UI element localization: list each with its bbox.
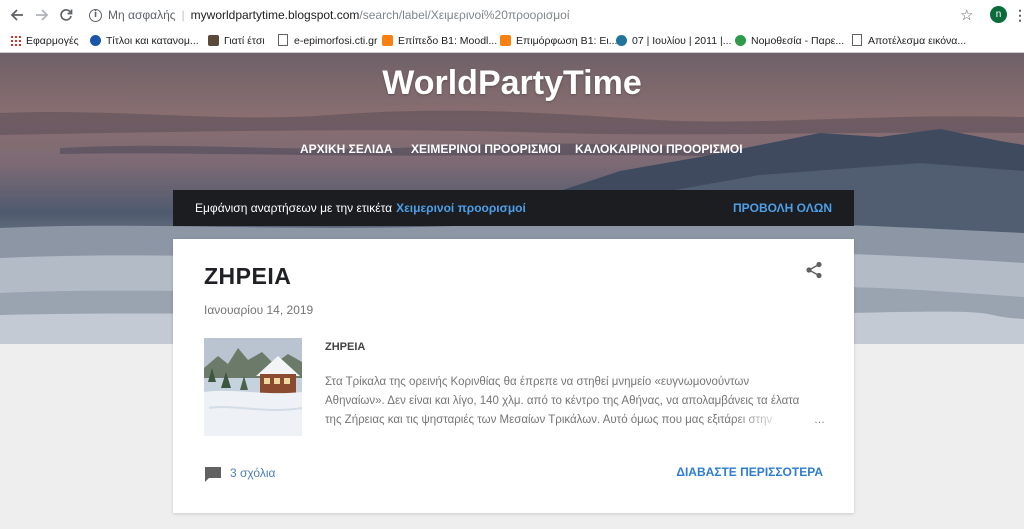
post-title[interactable]: ΖΗΡΕΙΑ xyxy=(204,261,291,291)
address-bar[interactable]: i Μη ασφαλής | myworldpartytime.blogspot.co… xyxy=(84,4,984,26)
bookmark-label: Επιμόρφωση Β1: Ει... xyxy=(516,35,618,47)
label-banner: Εμφάνιση αναρτήσεων με την ετικέτα Χειμερ… xyxy=(173,190,854,226)
browser-toolbar: i Μη ασφαλής | myworldpartytime.blogspot.co… xyxy=(0,0,1024,31)
nav-summer-destinations[interactable]: ΚΑΛΟΚΑΙΡΙΝΟΙ ΠΡΟΟΡΙΣΜΟΙ xyxy=(575,139,743,159)
bookmark-label: Τίτλοι και κατανομ... xyxy=(106,35,199,47)
bookmark-item[interactable]: 07 | Ιουλίου | 2011 |... xyxy=(616,30,731,52)
flower-icon xyxy=(735,35,746,46)
label-heading: Εμφάνιση αναρτήσεων με την ετικέτα Χειμερ… xyxy=(195,190,526,226)
url-path: /search/label/Χειμερινοί%20προορισμοί xyxy=(359,8,570,22)
page-icon xyxy=(278,34,288,46)
bookmark-item[interactable]: Επίπεδο Β1: Moodl... xyxy=(382,30,497,52)
nav-winter-destinations[interactable]: ΧΕΙΜΕΡΙΝΟΙ ΠΡΟΟΡΙΣΜΟΙ xyxy=(411,139,561,159)
bookmark-label: Νομοθεσία - Παρε... xyxy=(751,35,845,47)
info-icon[interactable]: i xyxy=(89,9,102,23)
snippet-title[interactable]: ΖΗΡΕΙΑ xyxy=(325,341,365,353)
security-label: Μη ασφαλής xyxy=(108,8,176,22)
snippet-ellipsis[interactable]: … xyxy=(814,411,825,430)
post-card: ΖΗΡΕΙΑ Ιανουαρίου 14, 2019 ΖΗΡΕΙΑ Στα Τρ… xyxy=(173,239,854,513)
bookmark-item[interactable]: Γιατί έτσι xyxy=(208,30,265,52)
bookmark-item[interactable]: e-epimorfosi.cti.gr xyxy=(278,30,377,52)
moodle-icon xyxy=(382,35,393,46)
address-separator: | xyxy=(181,8,185,22)
snippet-fade xyxy=(733,411,825,430)
post-date[interactable]: Ιανουαρίου 14, 2019 xyxy=(204,303,313,317)
snippet-line: Στα Τρίκαλα της ορεινής Κορινθίας θα έπρ… xyxy=(325,376,750,388)
bookmark-label: Αποτέλεσμα εικόνα... xyxy=(868,35,967,47)
share-icon[interactable] xyxy=(805,261,823,279)
back-arrow-icon[interactable] xyxy=(7,5,27,25)
url-host: myworldpartytime.blogspot.com xyxy=(190,8,360,22)
moodle-icon xyxy=(500,35,511,46)
comments-link[interactable]: 3 σχόλια xyxy=(230,466,275,480)
bookmark-label: Εφαρμογές xyxy=(26,35,79,47)
nav-home[interactable]: ΑΡΧΙΚΗ ΣΕΛΙΔΑ xyxy=(300,139,393,159)
page-icon xyxy=(852,34,862,46)
comment-icon[interactable] xyxy=(204,465,222,483)
bookmark-item[interactable]: Τίτλοι και κατανομ... xyxy=(90,30,199,52)
reload-icon[interactable] xyxy=(56,5,76,25)
view-all-link[interactable]: ΠΡΟΒΟΛΗ ΟΛΩΝ xyxy=(733,190,832,226)
post-thumbnail-image[interactable] xyxy=(204,338,302,436)
label-name: Χειμερινοί προορισμοί xyxy=(396,201,526,215)
forward-arrow-icon[interactable] xyxy=(32,5,52,25)
more-menu-icon[interactable]: ⋮ xyxy=(1013,5,1024,25)
bookmark-label: 07 | Ιουλίου | 2011 |... xyxy=(632,35,732,47)
bookmark-item[interactable]: Νομοθεσία - Παρε... xyxy=(735,30,844,52)
bookmarks-bar: Εφαρμογές Τίτλοι και κατανομ... Γιατί έτ… xyxy=(0,30,1024,53)
bookmark-label: e-epimorfosi.cti.gr xyxy=(294,35,378,47)
snippet-line: Αθηναίων». Δεν είναι και λίγο, 140 χλμ. … xyxy=(325,395,800,407)
read-more-link[interactable]: ΔΙΑΒΑΣΤΕ ΠΕΡΙΣΣΟΤΕΡΑ xyxy=(676,465,823,479)
bookmark-star-icon[interactable]: ☆ xyxy=(960,5,973,25)
profile-avatar[interactable]: n xyxy=(990,6,1007,23)
bookmark-label: Επίπεδο Β1: Moodl... xyxy=(398,35,498,47)
wordpress-icon xyxy=(616,35,627,46)
globe-icon xyxy=(90,35,101,46)
bookmark-apps[interactable]: Εφαρμογές xyxy=(10,30,79,52)
apps-grid-icon xyxy=(10,35,21,46)
image-icon xyxy=(208,35,219,46)
site-title[interactable]: WorldPartyTime xyxy=(0,59,1024,107)
bookmark-label: Γιατί έτσι xyxy=(224,35,265,47)
label-prefix: Εμφάνιση αναρτήσεων με την ετικέτα xyxy=(195,201,393,215)
bookmark-item[interactable]: Αποτέλεσμα εικόνα... xyxy=(852,30,966,52)
bookmark-item[interactable]: Επιμόρφωση Β1: Ει... xyxy=(500,30,617,52)
